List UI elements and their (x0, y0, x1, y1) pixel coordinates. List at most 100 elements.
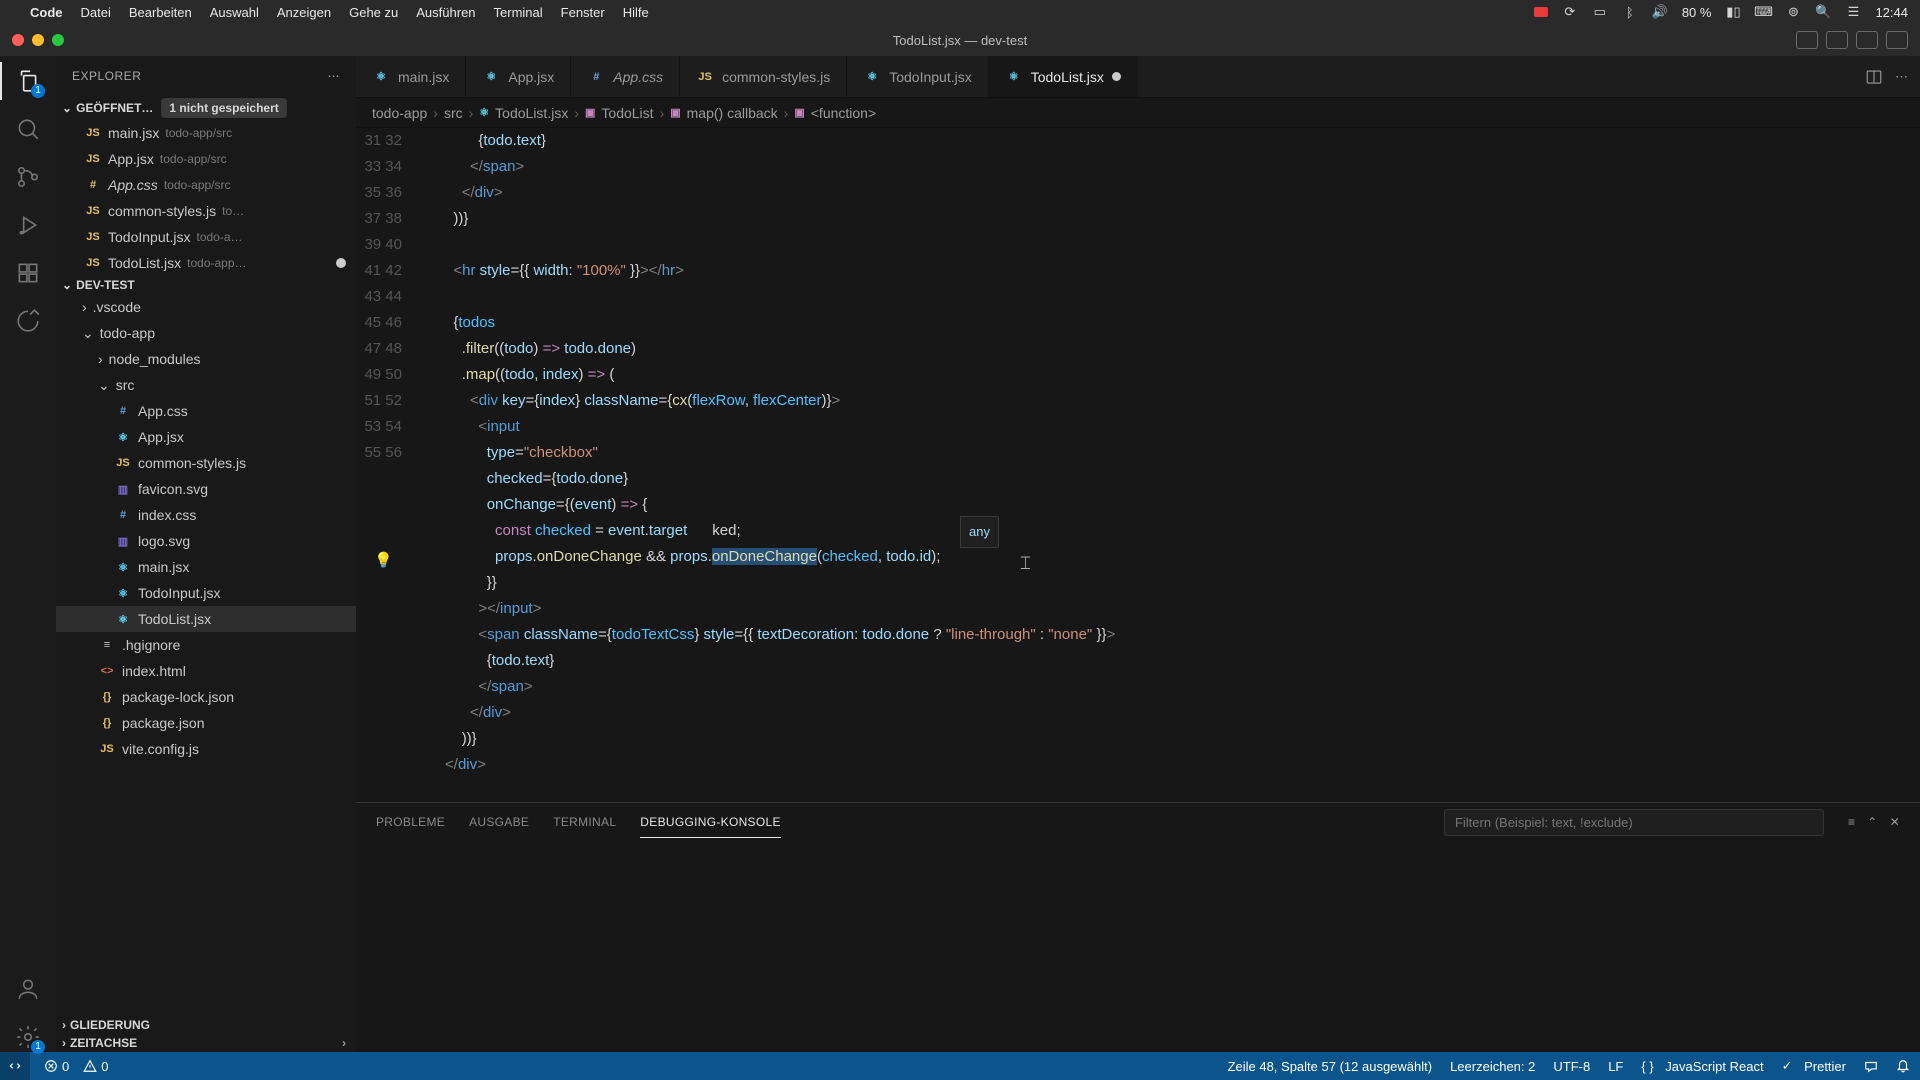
window-minimize-button[interactable] (32, 34, 44, 46)
panel-filter-input[interactable] (1444, 809, 1824, 836)
display-icon[interactable]: ▭ (1592, 4, 1608, 20)
status-errors[interactable]: 0 (44, 1059, 69, 1074)
file-item[interactable]: ⚛TodoList.jsx (56, 606, 356, 632)
panel-tab-problems[interactable]: PROBLEME (376, 807, 445, 837)
sync-icon[interactable]: ⟳ (1562, 4, 1578, 20)
minimap[interactable] (1830, 128, 1920, 802)
breadcrumb-item[interactable]: map() callback (687, 105, 778, 121)
panel-tab-output[interactable]: AUSGABE (469, 807, 529, 837)
editor-tab[interactable]: ⚛TodoInput.jsx (847, 56, 989, 97)
menu-view[interactable]: Anzeigen (277, 5, 331, 20)
explorer-more-icon[interactable]: ⋯ (328, 69, 341, 83)
menu-run[interactable]: Ausführen (416, 5, 475, 20)
account-icon[interactable] (13, 974, 43, 1004)
wifi-icon[interactable]: ⊚ (1785, 4, 1801, 20)
breadcrumb-item[interactable]: TodoList.jsx (495, 105, 568, 121)
folder-item[interactable]: ⌄todo-app (56, 320, 356, 346)
outline-header[interactable]: › GLIEDERUNG (56, 1016, 356, 1034)
source-control-icon[interactable] (13, 162, 43, 192)
open-editor-item[interactable]: JScommon-styles.js to… (56, 198, 356, 224)
panel-settings-icon[interactable]: ≡ (1848, 815, 1855, 829)
folder-item[interactable]: ›node_modules (56, 346, 356, 372)
status-warnings[interactable]: 0 (83, 1059, 108, 1074)
timeline-header[interactable]: › ZEITACHSE › (56, 1034, 356, 1052)
extensions-icon[interactable] (13, 258, 43, 288)
layout-sidebar-button[interactable] (1796, 31, 1818, 49)
menu-file[interactable]: Datei (81, 5, 111, 20)
menu-go[interactable]: Gehe zu (349, 5, 398, 20)
panel-close-icon[interactable]: ✕ (1890, 815, 1900, 829)
status-bell-icon[interactable] (1896, 1059, 1910, 1073)
file-item[interactable]: ⚛App.jsx (56, 424, 356, 450)
battery-icon[interactable]: ▮▯ (1725, 4, 1741, 20)
editor-tab[interactable]: #App.css (571, 56, 680, 97)
battery-percent[interactable]: 80 % (1682, 5, 1712, 20)
code-content[interactable]: {todo.text} </span> </div> ))} <hr style… (420, 128, 1830, 802)
file-item[interactable]: <>index.html (56, 658, 356, 684)
file-item[interactable]: #index.css (56, 502, 356, 528)
open-editor-item[interactable]: JSTodoInput.jsx todo-a… (56, 224, 356, 250)
window-close-button[interactable] (12, 34, 24, 46)
file-item[interactable]: ≡.hgignore (56, 632, 356, 658)
remote-button[interactable] (0, 1052, 30, 1080)
editor-tab[interactable]: ⚛App.jsx (466, 56, 571, 97)
spotlight-icon[interactable]: 🔍 (1815, 4, 1831, 20)
file-item[interactable]: {}package.json (56, 710, 356, 736)
recording-icon[interactable] (1534, 7, 1548, 17)
explorer-icon[interactable]: 1 (13, 66, 43, 96)
file-item[interactable]: ⚛main.jsx (56, 554, 356, 580)
open-editor-item[interactable]: JSmain.jsx todo-app/src (56, 120, 356, 146)
layout-right-button[interactable] (1856, 31, 1878, 49)
open-editors-header[interactable]: ⌄ GEÖFFNET… 1 nicht gespeichert (56, 96, 356, 120)
panel-collapse-icon[interactable]: ⌃ (1867, 815, 1877, 829)
layout-panel-button[interactable] (1826, 31, 1848, 49)
file-item[interactable]: {}package-lock.json (56, 684, 356, 710)
settings-icon[interactable]: 1 (13, 1022, 43, 1052)
panel-tab-debug[interactable]: DEBUGGING-KONSOLE (640, 807, 780, 838)
menu-selection[interactable]: Auswahl (210, 5, 259, 20)
menu-app[interactable]: Code (30, 5, 63, 20)
status-cursor[interactable]: Zeile 48, Spalte 57 (12 ausgewählt) (1228, 1059, 1433, 1074)
status-spaces[interactable]: Leerzeichen: 2 (1450, 1059, 1535, 1074)
editor-tab[interactable]: JScommon-styles.js (680, 56, 847, 97)
folder-item[interactable]: ›.vscode (56, 294, 356, 320)
project-header[interactable]: ⌄ DEV-TEST (56, 276, 356, 294)
open-editor-item[interactable]: #App.css todo-app/src (56, 172, 356, 198)
file-item[interactable]: JSvite.config.js (56, 736, 356, 762)
lightbulb-icon[interactable]: 💡 (374, 548, 393, 574)
menu-help[interactable]: Hilfe (623, 5, 649, 20)
menu-edit[interactable]: Bearbeiten (129, 5, 192, 20)
breadcrumb[interactable]: todo-app› src› ⚛ TodoList.jsx› ▣ TodoLis… (356, 98, 1920, 128)
breadcrumb-item[interactable]: <function> (811, 105, 876, 121)
debug-icon[interactable] (13, 210, 43, 240)
layout-customize-button[interactable] (1886, 31, 1908, 49)
open-editor-item[interactable]: JSApp.jsx todo-app/src (56, 146, 356, 172)
breadcrumb-item[interactable]: todo-app (372, 105, 427, 121)
status-encoding[interactable]: UTF-8 (1553, 1059, 1590, 1074)
menu-terminal[interactable]: Terminal (494, 5, 543, 20)
status-eol[interactable]: LF (1608, 1059, 1623, 1074)
menu-window[interactable]: Fenster (561, 5, 605, 20)
status-feedback-icon[interactable] (1864, 1059, 1878, 1073)
code-editor[interactable]: 31 32 33 34 35 36 37 38 39 40 41 42 43 4… (356, 128, 1920, 802)
folder-item[interactable]: ⌄src (56, 372, 356, 398)
remote-explorer-icon[interactable] (13, 306, 43, 336)
file-item[interactable]: ▥favicon.svg (56, 476, 356, 502)
file-item[interactable]: JScommon-styles.js (56, 450, 356, 476)
split-editor-icon[interactable] (1865, 68, 1883, 86)
file-item[interactable]: ⚛TodoInput.jsx (56, 580, 356, 606)
control-center-icon[interactable]: ☰ (1845, 4, 1861, 20)
breadcrumb-item[interactable]: src (444, 105, 463, 121)
open-editor-item[interactable]: JSTodoList.jsx todo-app… (56, 250, 356, 276)
clock[interactable]: 12:44 (1875, 5, 1908, 20)
volume-icon[interactable]: 🔊 (1652, 4, 1668, 20)
status-prettier[interactable]: ✓ Prettier (1782, 1058, 1846, 1074)
panel-tab-terminal[interactable]: TERMINAL (553, 807, 616, 837)
tab-more-icon[interactable]: ⋯ (1895, 69, 1908, 85)
breadcrumb-item[interactable]: TodoList (601, 105, 653, 121)
keyboard-icon[interactable]: ⌨ (1755, 4, 1771, 20)
search-icon[interactable] (13, 114, 43, 144)
status-language[interactable]: { } JavaScript React (1641, 1059, 1763, 1074)
file-item[interactable]: ▥logo.svg (56, 528, 356, 554)
editor-tab[interactable]: ⚛main.jsx (356, 56, 466, 97)
